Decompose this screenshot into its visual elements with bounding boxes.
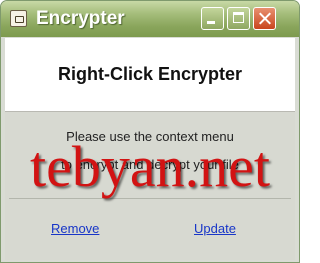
app-heading: Right-Click Encrypter (57, 64, 243, 84)
safe-icon (10, 10, 27, 27)
minimize-button[interactable] (201, 7, 224, 30)
header-panel: Right-Click Encrypter (5, 38, 295, 112)
update-link[interactable]: Update (194, 221, 236, 236)
watermark-text: tebyan.net (30, 134, 270, 199)
remove-link[interactable]: Remove (51, 221, 99, 236)
title-bar[interactable]: Encrypter (1, 1, 299, 37)
encrypter-window: Encrypter Right-Click Encrypter Please u… (0, 0, 300, 263)
close-button[interactable] (253, 7, 276, 30)
window-title: Encrypter (36, 8, 125, 29)
maximize-button[interactable] (227, 7, 250, 30)
